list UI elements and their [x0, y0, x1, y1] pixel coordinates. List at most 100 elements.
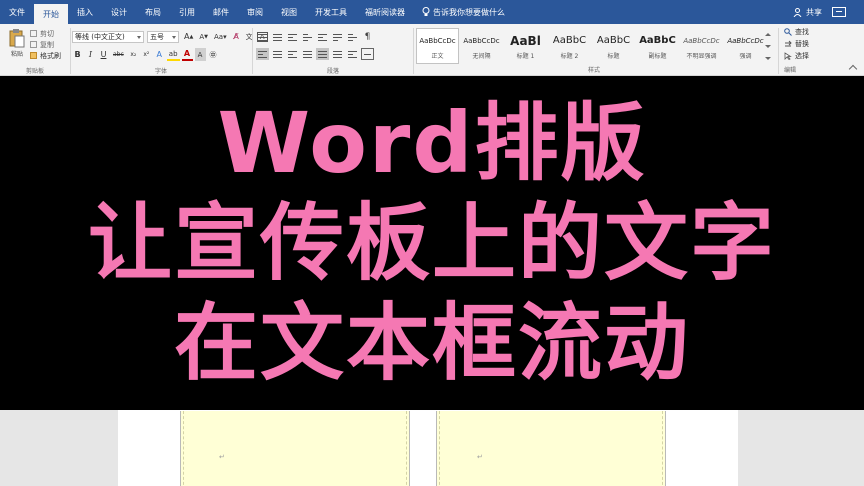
paragraph-row-1: ¶ [256, 31, 376, 43]
paste-button[interactable]: 粘贴 [5, 28, 29, 68]
select-button[interactable]: 选择 [784, 50, 809, 62]
font-row-2: B I U abc x₂ x² A ab A A ㊥ [72, 48, 221, 61]
format-painter-button[interactable]: 格式刷 [30, 50, 61, 61]
cursor-icon [784, 52, 792, 60]
replace-button[interactable]: 替换 [784, 38, 809, 50]
tab-file[interactable]: 文件 [0, 0, 34, 24]
superscript-button[interactable]: x² [141, 48, 152, 61]
editing-group-label: 编辑 [784, 67, 797, 74]
tab-developer[interactable]: 开发工具 [306, 0, 356, 24]
align-center-icon[interactable] [271, 48, 284, 60]
style-preview: AaBbCcDc [727, 36, 764, 45]
text-box-left[interactable]: ↵ [180, 411, 410, 486]
group-divider [413, 28, 414, 74]
font-color-icon[interactable]: A [181, 49, 193, 61]
bullets-icon[interactable] [256, 31, 269, 43]
style-name: 无间隔 [472, 52, 491, 60]
share-button[interactable]: 共享 [793, 7, 822, 18]
style-name: 正文 [431, 52, 444, 60]
text-box-right[interactable]: ↵ [436, 411, 666, 486]
clear-formatting-icon[interactable]: A̸ [231, 30, 242, 43]
style-heading-2[interactable]: AaBbC 标题 2 [548, 28, 591, 64]
chinese-layout-icon[interactable] [331, 31, 344, 43]
grow-font-button[interactable]: A ▲ [182, 30, 195, 43]
numbering-icon[interactable] [271, 31, 284, 43]
highlight-icon[interactable]: ab [166, 48, 180, 61]
line-spacing-icon[interactable] [331, 48, 344, 60]
font-name-select[interactable]: 等线 (中文正文) [72, 30, 144, 43]
font-group: 等线 (中文正文) 五号 A▲ A▼ Aa▾ A̸ 文 A B I U abc … [72, 26, 268, 76]
chevron-down-icon[interactable] [765, 44, 771, 48]
tab-design[interactable]: 设计 [102, 0, 136, 24]
align-right-icon[interactable] [286, 48, 299, 60]
shrink-font-button[interactable]: A ▼ [197, 30, 210, 43]
paragraph-group: ¶ 段落 [256, 26, 410, 76]
replace-label: 替换 [795, 40, 809, 48]
font-size-select[interactable]: 五号 [147, 30, 179, 43]
styles-group-label: 样式 [587, 67, 600, 74]
copy-label: 复制 [40, 40, 54, 49]
group-divider [70, 28, 71, 74]
style-emphasis[interactable]: AaBbCcDc 强调 [724, 28, 767, 64]
tab-insert[interactable]: 插入 [68, 0, 102, 24]
multilevel-list-icon[interactable] [286, 31, 299, 43]
cut-button[interactable]: 剪切 [30, 28, 61, 39]
shading-icon[interactable] [346, 48, 359, 60]
find-button[interactable]: 查找 [784, 26, 809, 38]
group-divider [252, 28, 253, 74]
tab-mailings[interactable]: 邮件 [204, 0, 238, 24]
paragraph-group-label: 段落 [326, 68, 339, 75]
tab-view[interactable]: 视图 [272, 0, 306, 24]
text-effects-icon[interactable]: A [154, 48, 165, 61]
enclose-characters-icon[interactable]: ㊥ [208, 48, 219, 61]
subscript-button[interactable]: x₂ [128, 48, 139, 61]
chevron-up-icon[interactable] [765, 32, 771, 36]
strikethrough-button[interactable]: abc [111, 48, 126, 61]
increase-indent-icon[interactable] [316, 31, 329, 43]
style-heading-1[interactable]: AaBl 标题 1 [504, 28, 547, 64]
underline-button[interactable]: U [98, 48, 109, 61]
tab-references[interactable]: 引用 [170, 0, 204, 24]
tab-layout[interactable]: 布局 [136, 0, 170, 24]
editing-group: 查找 替换 选择 编辑 [784, 26, 809, 74]
style-preview: AaBbC [639, 35, 676, 46]
style-name: 标题 1 [516, 52, 535, 60]
distributed-icon[interactable] [316, 48, 329, 60]
font-row-1: 等线 (中文正文) 五号 A▲ A▼ Aa▾ A̸ 文 A [72, 30, 270, 43]
change-case-button[interactable]: Aa▾ [212, 30, 229, 43]
lightbulb-icon [422, 7, 430, 16]
more-styles-icon[interactable] [765, 56, 771, 60]
tab-home[interactable]: 开始 [34, 4, 68, 24]
tab-review[interactable]: 审阅 [238, 0, 272, 24]
sort-icon[interactable] [346, 31, 359, 43]
ribbon: 粘贴 剪切 复制 格式刷 剪贴板 等线 (中文正文) 五号 A ▲ A ▼ Aa▾ … [0, 24, 864, 76]
tab-foxit-reader[interactable]: 福昕阅读器 [356, 0, 414, 24]
align-left-icon[interactable] [256, 48, 269, 60]
ribbon-display-options-icon[interactable] [832, 7, 846, 17]
collapse-ribbon-icon[interactable] [848, 64, 858, 74]
style-normal[interactable]: AaBbCcDc 正文 [416, 28, 459, 64]
styles-scroll[interactable] [762, 28, 774, 64]
paragraph-mark: ↵ [219, 453, 225, 461]
justify-icon[interactable] [301, 48, 314, 60]
character-shading-icon[interactable]: A [194, 48, 206, 61]
style-name: 副标题 [648, 52, 667, 60]
style-name: 标题 2 [560, 52, 579, 60]
copy-button[interactable]: 复制 [30, 39, 61, 50]
bold-button[interactable]: B [72, 48, 83, 61]
tell-me-box[interactable]: 告诉我你想要做什么 [422, 7, 505, 18]
style-title[interactable]: AaBbC 标题 [592, 28, 635, 64]
banner-line-2: 让宣传板上的文字 [87, 194, 776, 292]
style-name: 强调 [739, 52, 752, 60]
borders-icon[interactable] [361, 48, 374, 60]
paragraph-mark: ↵ [477, 453, 483, 461]
style-subtle-emphasis[interactable]: AaBbCcDc 不明显强调 [680, 28, 723, 64]
decrease-indent-icon[interactable] [301, 31, 314, 43]
style-no-spacing[interactable]: AaBbCcDc 无间隔 [460, 28, 503, 64]
title-banner: Word排版 让宣传板上的文字 在文本框流动 [0, 76, 864, 410]
scissors-icon [30, 30, 37, 37]
style-subtitle[interactable]: AaBbC 副标题 [636, 28, 679, 64]
italic-button[interactable]: I [85, 48, 96, 61]
show-marks-icon[interactable]: ¶ [361, 31, 374, 43]
share-label: 共享 [806, 7, 822, 17]
